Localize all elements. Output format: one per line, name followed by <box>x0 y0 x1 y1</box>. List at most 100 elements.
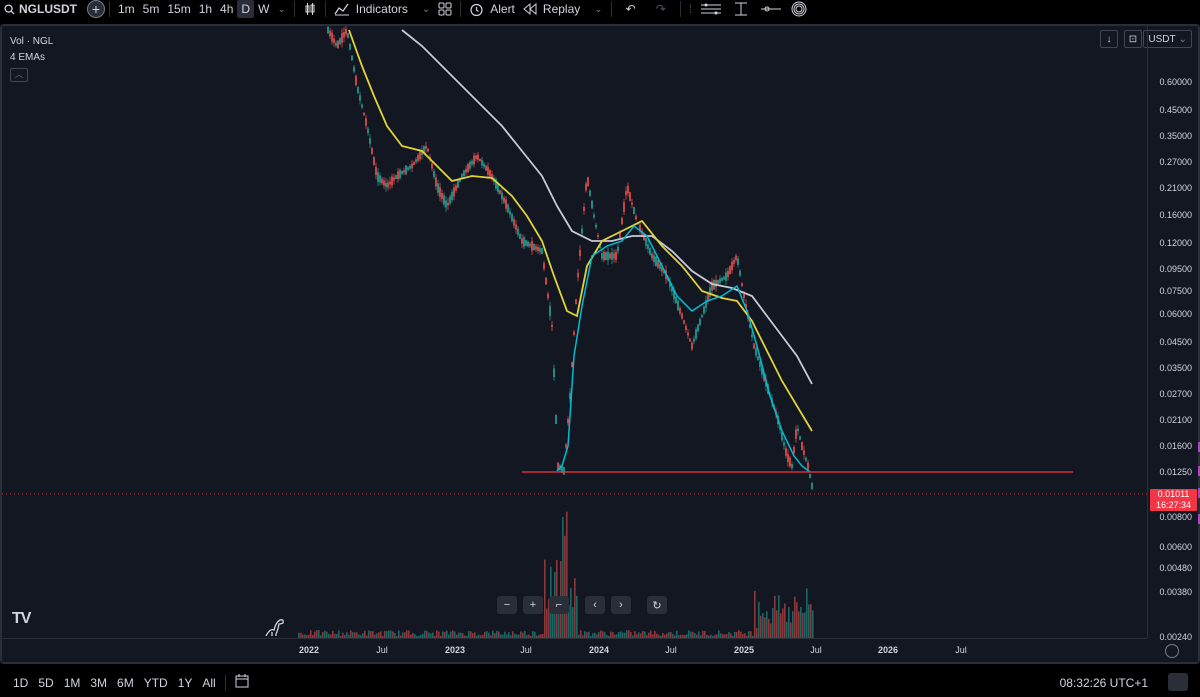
volume-bar <box>768 618 770 638</box>
interval-1m[interactable]: 1m <box>114 0 139 18</box>
divider <box>460 1 462 17</box>
price-axis-label: 0.21000 <box>1159 183 1192 193</box>
candle-body <box>509 211 511 215</box>
plus-circle-icon[interactable]: + <box>87 0 105 18</box>
candle-body <box>649 247 651 256</box>
chevron-down-icon[interactable]: ⌄ <box>594 4 602 15</box>
time-axis-label: Jul <box>520 645 532 655</box>
chevron-down-icon[interactable]: ⌄ <box>273 0 289 18</box>
candle-body <box>469 161 471 169</box>
candle-body <box>791 463 793 469</box>
range-6m[interactable]: 6M <box>112 676 139 690</box>
candle-type-icon[interactable] <box>299 0 321 18</box>
candle-body <box>731 261 733 271</box>
candle-body <box>589 190 591 196</box>
templates-icon[interactable] <box>434 0 456 18</box>
candle-body <box>435 177 437 187</box>
symbol-search[interactable]: NGLUSDT <box>0 0 81 18</box>
volume-bar <box>364 630 366 638</box>
zoom-out-button[interactable]: − <box>497 596 517 614</box>
candle-body <box>399 169 401 179</box>
volume-bar <box>790 622 792 638</box>
range-1y[interactable]: 1Y <box>173 676 198 690</box>
chevron-down-icon[interactable]: ⌄ <box>422 4 430 15</box>
interval-d[interactable]: D <box>237 0 255 18</box>
volume-bar <box>798 611 800 638</box>
chevron-up-icon[interactable]: ︿ <box>10 68 28 82</box>
candle-body <box>735 255 737 261</box>
date-range-icon[interactable] <box>230 674 256 691</box>
fullscreen-icon[interactable] <box>1168 673 1188 691</box>
range-3m[interactable]: 3M <box>85 676 112 690</box>
clock[interactable]: 08:32:26 UTC+1 <box>1060 676 1148 690</box>
interval-w[interactable]: W <box>254 0 273 18</box>
scroll-down-icon[interactable]: ↓ <box>1100 30 1118 48</box>
horizontal-lines-icon[interactable] <box>696 0 726 18</box>
zoom-in-button[interactable]: + <box>523 596 543 614</box>
interval-4h[interactable]: 4h <box>216 0 237 18</box>
settings-icon[interactable] <box>1165 644 1179 658</box>
divider <box>293 1 295 17</box>
candle-body <box>389 181 391 185</box>
reset-zoom-button[interactable]: ⌐ <box>549 596 569 614</box>
interval-15m[interactable]: 15m <box>163 0 194 18</box>
range-1m[interactable]: 1M <box>59 676 86 690</box>
candle-body <box>625 191 627 195</box>
candle-body <box>339 38 341 45</box>
reset-chart-button[interactable]: ↻ <box>647 596 667 614</box>
horizontal-ray-icon[interactable] <box>756 0 786 18</box>
volume-bar <box>782 608 784 638</box>
ema-legend[interactable]: 4 EMAs <box>10 50 53 66</box>
candle-body <box>489 170 491 177</box>
price-axis-label: 0.09500 <box>1159 264 1192 274</box>
candle-body <box>541 248 543 254</box>
candle-body <box>797 428 799 432</box>
price-chart[interactable] <box>2 26 1147 638</box>
candle-body <box>417 155 419 161</box>
range-1d[interactable]: 1D <box>8 676 33 690</box>
scroll-right-button[interactable]: › <box>611 596 631 614</box>
replay-button[interactable]: Replay ⌄ <box>519 0 607 18</box>
candle-body <box>607 251 609 261</box>
candle-body <box>477 154 479 160</box>
chart-pane[interactable]: Vol · NGL 4 EMAs ︿ TV − + ⌐ ‹ › ↻ <box>2 26 1147 638</box>
redo-icon[interactable]: ↷ <box>646 0 676 18</box>
volume-bar <box>512 631 514 638</box>
price-axis[interactable]: 0.60000 0.45000 0.35000 0.27000 0.21000 0.160… <box>1147 26 1198 642</box>
volume-bar <box>496 630 498 638</box>
range-ytd[interactable]: YTD <box>139 676 173 690</box>
candle-body <box>807 462 809 470</box>
price-axis-label: 0.02100 <box>1159 415 1192 425</box>
volume-bar <box>386 631 388 638</box>
range-5d[interactable]: 5D <box>33 676 58 690</box>
volume-bar <box>750 631 752 638</box>
interval-1h[interactable]: 1h <box>195 0 216 18</box>
alert-button[interactable]: Alert <box>465 0 519 18</box>
candle-body <box>449 196 451 204</box>
volume-bar <box>788 607 790 638</box>
candle-body <box>533 243 535 251</box>
candle-body <box>691 342 693 350</box>
volume-bar <box>370 631 372 638</box>
candle-body <box>693 338 695 342</box>
auto-scale-icon[interactable]: ⊡ <box>1124 30 1142 48</box>
undo-icon[interactable]: ↶ <box>616 0 646 18</box>
range-all[interactable]: All <box>197 676 220 690</box>
scroll-left-button[interactable]: ‹ <box>585 596 605 614</box>
candle-body <box>675 296 677 304</box>
candle-body <box>343 32 345 38</box>
drawing-tools-icon[interactable]: ⁞ <box>685 0 696 18</box>
candle-body <box>615 251 617 261</box>
volume-bar <box>486 631 488 638</box>
indicators-icon <box>334 3 349 16</box>
interval-5m[interactable]: 5m <box>139 0 164 18</box>
candle-body <box>579 249 581 257</box>
circle-target-icon[interactable] <box>786 0 812 18</box>
volume-bar <box>332 630 334 638</box>
indicators-button[interactable]: Indicators ⌄ <box>330 0 434 18</box>
price-axis-label: 0.00800 <box>1159 512 1192 522</box>
volume-bar <box>564 535 566 638</box>
vertical-measure-icon[interactable] <box>726 0 756 18</box>
time-axis[interactable]: 2022 Jul 2023 Jul 2024 Jul 2025 Jul 2026 Jul <box>2 638 1147 662</box>
volume-legend[interactable]: Vol · NGL <box>10 34 53 50</box>
